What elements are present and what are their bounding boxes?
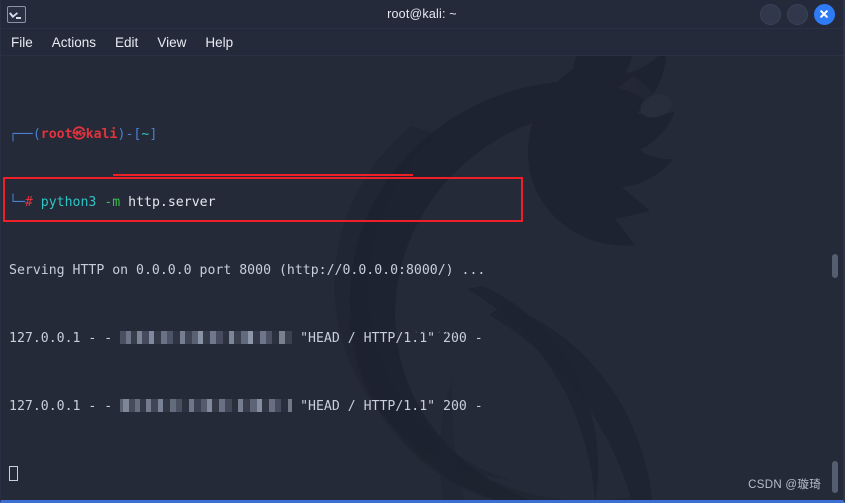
prompt-bracket-close: ] bbox=[149, 127, 158, 142]
log-prefix-2: 127.0.0.1 - - bbox=[9, 399, 121, 414]
menu-view[interactable]: View bbox=[157, 35, 186, 50]
menu-help[interactable]: Help bbox=[205, 35, 233, 50]
redacted-timestamp-1 bbox=[120, 331, 293, 344]
faint-dots-marker: ······ bbox=[413, 326, 459, 339]
csdn-watermark: CSDN @璇琦 bbox=[748, 479, 821, 491]
terminal-icon bbox=[7, 5, 26, 23]
window-controls bbox=[760, 4, 835, 25]
prompt-branch-bottom: └─ bbox=[9, 195, 25, 210]
prompt-branch-top: ┌── bbox=[9, 127, 33, 142]
prompt-host: kali bbox=[85, 127, 118, 142]
redacted-timestamp-2 bbox=[120, 399, 293, 412]
log-prefix-1: 127.0.0.1 - - bbox=[9, 331, 121, 346]
minimize-button[interactable] bbox=[760, 4, 781, 25]
prompt-line-1-top: ┌──(root㉿kali)-[~] bbox=[9, 126, 485, 143]
scrollbar-thumb[interactable] bbox=[832, 254, 838, 278]
terminal-scrollbar[interactable] bbox=[829, 56, 841, 500]
title-bar: root@kali: ~ bbox=[1, 0, 843, 29]
log-suffix-2: "HEAD / HTTP/1.1" 200 - bbox=[292, 399, 483, 414]
cursor-line-1 bbox=[9, 466, 485, 483]
command-name: python3 bbox=[40, 195, 97, 210]
output-serving-line: Serving HTTP on 0.0.0.0 port 8000 (http:… bbox=[9, 262, 485, 279]
terminal-window: root@kali: ~ File Actions Edit View Help bbox=[0, 0, 845, 503]
command-arg: http.server bbox=[128, 195, 216, 210]
menu-edit[interactable]: Edit bbox=[115, 35, 138, 50]
terminal-output: ┌──(root㉿kali)-[~] └─# python3 -m http.s… bbox=[9, 58, 485, 500]
inactive-cursor bbox=[9, 466, 18, 481]
command-flag: -m bbox=[104, 195, 121, 210]
serving-text: Serving HTTP on 0.0.0.0 port 8000 (http:… bbox=[9, 263, 486, 278]
prompt-at-icon: ㉿ bbox=[72, 127, 86, 142]
prompt-user: root bbox=[40, 127, 73, 142]
menu-file[interactable]: File bbox=[11, 35, 33, 50]
prompt-paren-open: ( bbox=[32, 127, 41, 142]
command-line-1: └─# python3 -m http.server bbox=[9, 194, 485, 211]
output-log-line-2: 127.0.0.1 - - "HEAD / HTTP/1.1" 200 - bbox=[9, 398, 485, 415]
window-title: root@kali: ~ bbox=[387, 7, 457, 21]
menu-bar: File Actions Edit View Help bbox=[1, 29, 843, 56]
scrollbar-thumb-secondary[interactable] bbox=[832, 461, 838, 493]
maximize-button[interactable] bbox=[787, 4, 808, 25]
close-button[interactable] bbox=[814, 4, 835, 25]
prompt-hash: # bbox=[24, 195, 33, 210]
terminal-body[interactable]: ┌──(root㉿kali)-[~] └─# python3 -m http.s… bbox=[1, 56, 843, 500]
menu-actions[interactable]: Actions bbox=[52, 35, 96, 50]
